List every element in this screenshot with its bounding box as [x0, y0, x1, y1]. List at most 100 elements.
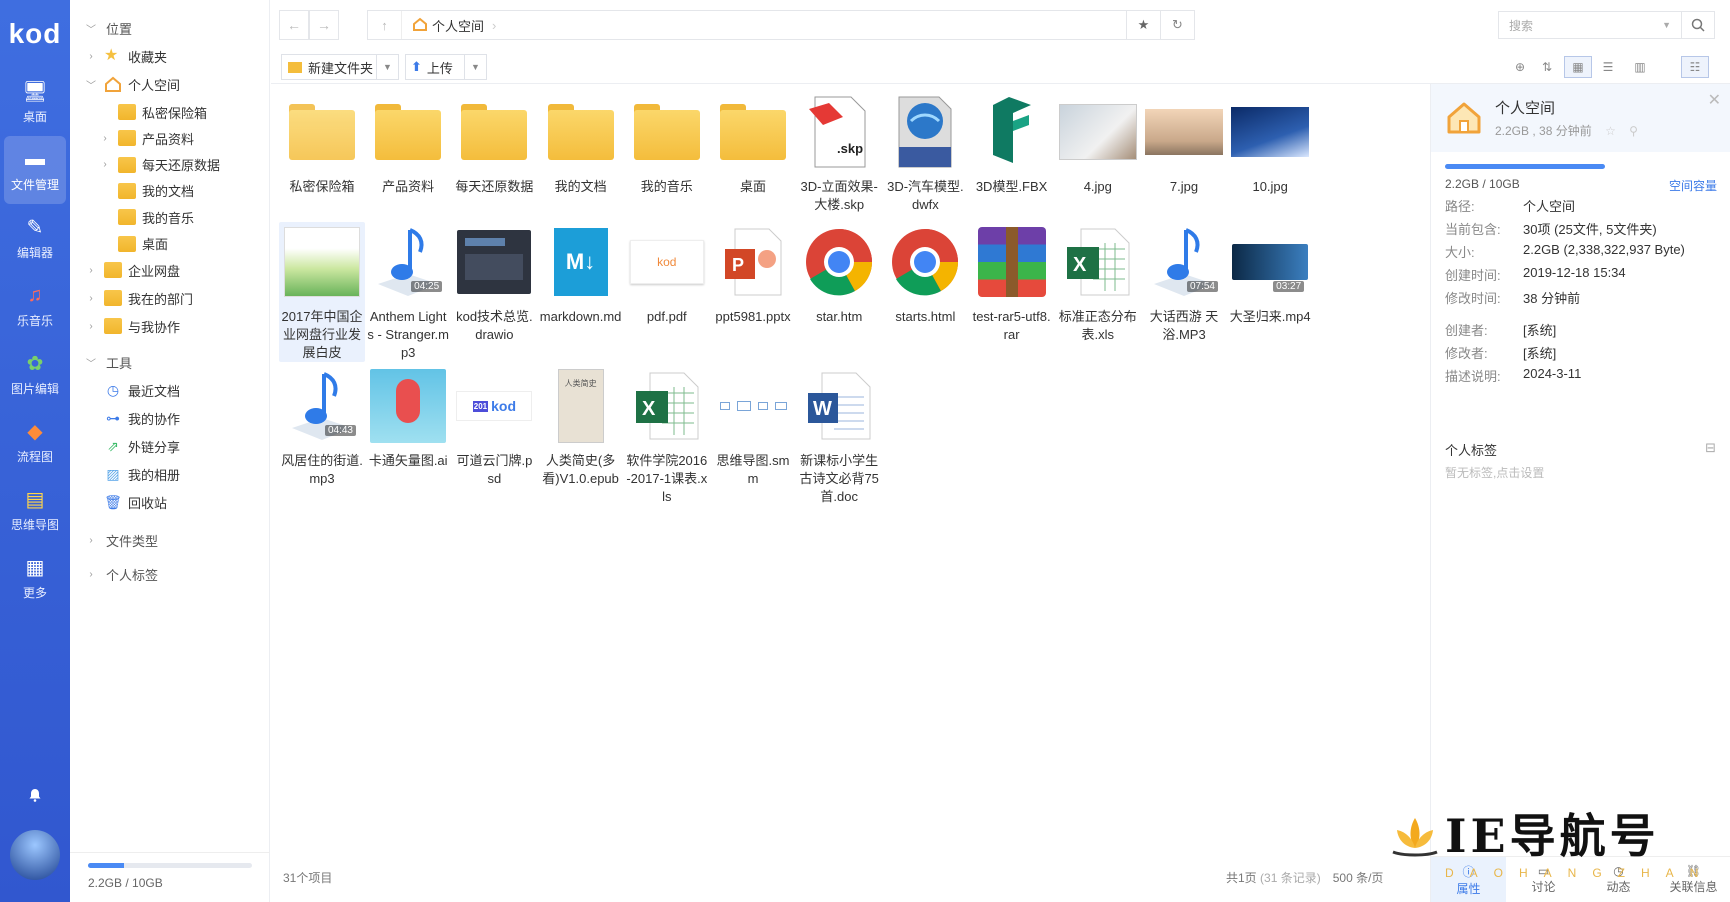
tree-enterprise[interactable]: › 企业网盘: [84, 256, 180, 284]
close-icon[interactable]: ✕: [1708, 90, 1721, 110]
editor-icon: ✎: [26, 217, 44, 239]
file-name: 私密保险箱: [289, 179, 355, 194]
tree-child[interactable]: 我的音乐: [98, 203, 194, 231]
tree-tool-item[interactable]: ◷ 最近文档: [84, 376, 180, 404]
file-item[interactable]: X 软件学院2016-2017-1课表.xls: [624, 366, 710, 506]
file-item[interactable]: 2017年中国企业网盘行业发展白皮: [279, 222, 365, 362]
tree-tool-item[interactable]: ⊶ 我的协作: [84, 404, 180, 432]
clock-icon: ◷: [106, 382, 120, 398]
tree-child[interactable]: › 每天还原数据: [98, 151, 220, 179]
file-item[interactable]: 03:27 大圣归来.mp4: [1227, 222, 1313, 326]
file-item[interactable]: 3D-汽车模型.dwfx: [882, 92, 968, 214]
file-item[interactable]: 10.jpg: [1227, 92, 1313, 196]
file-item[interactable]: 3D模型.FBX: [969, 92, 1055, 196]
tree-tool-item[interactable]: 🗑 回收站: [84, 488, 167, 516]
file-item[interactable]: 7.jpg: [1141, 92, 1227, 196]
file-item[interactable]: .skp 3D-立面效果-大楼.skp: [796, 92, 882, 214]
file-item[interactable]: 04:43 风居住的街道.mp3: [279, 366, 365, 488]
bell-icon[interactable]: [28, 788, 42, 802]
file-item[interactable]: M↓ markdown.md: [538, 222, 624, 326]
pdfthumb-file-icon: [282, 222, 362, 302]
prop-row: 修改时间: 38 分钟前: [1445, 291, 1581, 306]
back-button[interactable]: ←: [279, 10, 309, 40]
file-name: starts.html: [895, 309, 956, 324]
file-item[interactable]: kod pdf.pdf: [624, 222, 710, 326]
file-item[interactable]: 04:25 Anthem Lights - Stranger.mp3: [365, 222, 451, 362]
file-item[interactable]: 我的音乐: [624, 92, 710, 196]
nav-item-1[interactable]: ▬ 文件管理: [4, 136, 66, 204]
file-item[interactable]: 产品资料: [365, 92, 451, 196]
file-item[interactable]: W 新课标小学生古诗文必背75首.doc: [796, 366, 882, 506]
tree-favorites[interactable]: › ★ 收藏夹: [84, 42, 167, 70]
file-item[interactable]: starts.html: [882, 222, 968, 326]
kod-logo[interactable]: kod: [0, 0, 70, 68]
file-item[interactable]: 思维导图.smm: [710, 366, 796, 488]
forward-button[interactable]: →: [309, 10, 339, 40]
panel-toggle-icon[interactable]: ☷: [1681, 56, 1709, 78]
file-item[interactable]: 4.jpg: [1055, 92, 1141, 196]
tree-child[interactable]: 私密保险箱: [98, 98, 207, 126]
nav-item-5[interactable]: ◆ 流程图: [4, 408, 66, 476]
file-item[interactable]: X 标准正态分布表.xls: [1055, 222, 1141, 344]
file-item[interactable]: 我的文档: [538, 92, 624, 196]
file-item[interactable]: test-rar5-utf8.rar: [969, 222, 1055, 344]
nav-item-0[interactable]: 🖥 桌面: [4, 68, 66, 136]
file-item[interactable]: star.htm: [796, 222, 882, 326]
file-item[interactable]: Pppt5981.pptx: [710, 222, 796, 326]
file-item[interactable]: 每天还原数据: [451, 92, 537, 196]
split-view-icon[interactable]: ▥: [1626, 56, 1654, 78]
nav-item-4[interactable]: ✿ 图片编辑: [4, 340, 66, 408]
tree-child[interactable]: 我的文档: [98, 177, 194, 205]
folder-icon: [118, 130, 136, 147]
svg-text:X: X: [1073, 254, 1087, 276]
path-box[interactable]: ↑ 个人空间 ›: [367, 10, 1127, 40]
star-button[interactable]: ★: [1127, 10, 1161, 40]
new-folder-button[interactable]: 新建文件夹 ▼: [281, 54, 399, 80]
search-icon[interactable]: [1681, 11, 1715, 39]
panel-quota: 2.2GB / 10GB 空间容量: [1445, 164, 1717, 194]
file-name: 软件学院2016-2017-1课表.xls: [626, 453, 708, 504]
file-item[interactable]: kod技术总览.drawio: [451, 222, 537, 344]
chevron-down-icon[interactable]: ▼: [464, 55, 486, 79]
up-arrow-icon[interactable]: ↑: [368, 11, 402, 39]
nav-item-2[interactable]: ✎ 编辑器: [4, 204, 66, 272]
sort-icon[interactable]: ⇅: [1533, 56, 1561, 78]
tree-tools[interactable]: ﹀ 工具: [84, 348, 132, 376]
tree-collab[interactable]: › 与我协作: [84, 312, 180, 340]
file-item[interactable]: 卡通矢量图.ai: [365, 366, 451, 470]
tree-tags[interactable]: › 个人标签: [84, 560, 158, 588]
tree-child[interactable]: 桌面: [98, 230, 168, 258]
tree-personal[interactable]: ﹀ 个人空间: [84, 70, 180, 98]
refresh-button[interactable]: ↻: [1161, 10, 1195, 40]
search-input[interactable]: 搜索 ▼: [1498, 11, 1682, 39]
tree-tool-item[interactable]: ⇗ 外链分享: [84, 432, 180, 460]
tree-location[interactable]: ﹀ 位置: [84, 14, 132, 42]
nav-item-6[interactable]: ▤ 思维导图: [4, 476, 66, 544]
per-page-select[interactable]: 500 条/页: [1333, 869, 1384, 886]
tree-filetypes[interactable]: › 文件类型: [84, 526, 158, 554]
file-item[interactable]: 桌面: [710, 92, 796, 196]
tree-dept[interactable]: › 我在的部门: [84, 284, 193, 312]
grid-view-icon[interactable]: ▦: [1564, 56, 1592, 78]
file-item[interactable]: 私密保险箱: [279, 92, 365, 196]
user-avatar[interactable]: [10, 830, 60, 880]
tree-tool-item[interactable]: ▨ 我的相册: [84, 460, 180, 488]
breadcrumb[interactable]: 个人空间 ›: [402, 16, 506, 35]
list-view-icon[interactable]: ☰: [1594, 56, 1622, 78]
prop-row: 修改者: [系统]: [1445, 346, 1557, 361]
tree-child[interactable]: › 产品资料: [98, 124, 194, 152]
chevron-down-icon[interactable]: ▼: [376, 55, 398, 79]
file-item[interactable]: 人类简史 人类简史(多看)V1.0.epub: [538, 366, 624, 488]
quota-link[interactable]: 空间容量: [1669, 177, 1717, 194]
bookmark-icon[interactable]: ⊟: [1705, 440, 1716, 456]
file-item[interactable]: 07:54 大话西游 天浴.MP3: [1141, 222, 1227, 344]
file-item[interactable]: 201 kod 可道云门牌.psd: [451, 366, 537, 488]
upload-button[interactable]: ⬆ 上传 ▼: [405, 54, 487, 80]
nav-item-label: 编辑器: [16, 245, 53, 260]
smm-file-icon: [713, 366, 793, 446]
tags-hint[interactable]: 暂无标签,点击设置: [1445, 464, 1544, 481]
trash-icon: 🗑: [104, 494, 122, 510]
zoom-icon[interactable]: ⊕: [1506, 56, 1534, 78]
nav-item-7[interactable]: ▦ 更多: [4, 544, 66, 612]
nav-item-3[interactable]: ♫ 乐音乐: [4, 272, 66, 340]
